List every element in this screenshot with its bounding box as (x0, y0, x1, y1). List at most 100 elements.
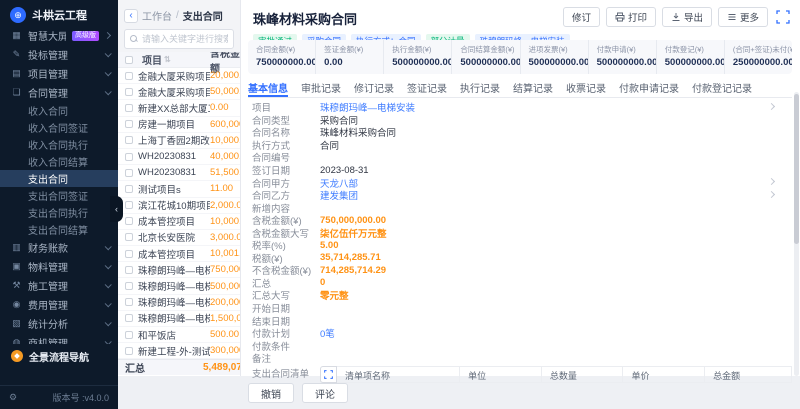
sidebar-item-项目管理[interactable]: ▤项目管理 (0, 64, 118, 83)
tab-结算记录[interactable]: 结算记录 (513, 80, 553, 97)
field-value[interactable]: 0笔 (320, 326, 792, 340)
sidebar-item-合同管理[interactable]: ❏合同管理 (0, 83, 118, 102)
table-row[interactable]: 新建工程-外-测试300,000.0 (118, 343, 240, 359)
project-icon: ▤ (11, 68, 22, 79)
search-box[interactable] (124, 29, 234, 49)
更多-button[interactable]: 更多 (718, 7, 768, 27)
row-checkbox[interactable] (125, 282, 133, 290)
back-button[interactable]: ‹ (124, 9, 138, 23)
tab-基本信息[interactable]: 基本信息 (248, 80, 288, 97)
sidebar-menu: ▦智慧大屏高级版✎投标管理▤项目管理❏合同管理收入合同收入合同签证收入合同执行收… (0, 26, 118, 368)
tab-付款申请记录[interactable]: 付款申请记录 (619, 80, 679, 97)
sidebar-item-process-navigation[interactable]: 全景流程导航 (0, 344, 118, 368)
field-value[interactable]: 建发集团 (320, 188, 792, 202)
sidebar-subitem-支出合同结算[interactable]: 支出合同结算 (0, 221, 118, 238)
sidebar-item-统计分析[interactable]: ▧统计分析 (0, 314, 118, 333)
评论-button[interactable]: 评论 (302, 383, 348, 403)
row-checkbox[interactable] (125, 250, 133, 258)
field-value: 合同 (320, 138, 792, 152)
col-project[interactable]: 项目 (142, 52, 162, 67)
sidebar-subitem-收入合同执行[interactable]: 收入合同执行 (0, 136, 118, 153)
breadcrumb-root[interactable]: 工作台 (142, 8, 172, 23)
row-checkbox[interactable] (125, 298, 133, 306)
table-row[interactable]: 成本管控项目10,000.00 (118, 214, 240, 230)
sort-icon[interactable]: ⇅ (164, 55, 171, 64)
table-row[interactable]: 房建一期项目600,000.0 (118, 117, 240, 133)
amount-cell: 600,000.0 (210, 119, 240, 130)
撤销-button[interactable]: 撤销 (248, 383, 294, 403)
chevron-down-icon (105, 69, 112, 76)
修订-button[interactable]: 修订 (563, 7, 600, 27)
sidebar-subitem-支出合同执行[interactable]: 支出合同执行 (0, 204, 118, 221)
table-row[interactable]: 珠穆朗玛峰—电梯...500,000,0 (118, 278, 240, 294)
field-value: 2023-08-31 (320, 165, 792, 176)
打印-button[interactable]: 打印 (606, 7, 656, 27)
sidebar-collapse-handle[interactable]: ‹ (110, 196, 123, 222)
table-row[interactable]: 测试项目s11.00 (118, 181, 240, 197)
row-checkbox[interactable] (125, 233, 133, 241)
table-row[interactable]: 珠穆朗玛峰—电梯...1,500,000 (118, 311, 240, 327)
row-checkbox[interactable] (125, 185, 133, 193)
scrollbar-track[interactable] (794, 92, 799, 376)
sidebar-item-财务账款[interactable]: ▥财务账款 (0, 238, 118, 257)
table-body: 金融大厦采购项目20,000.00金融大厦采购项目50,000.00新建XX总部… (118, 68, 240, 359)
table-fullscreen-button[interactable] (320, 366, 337, 383)
row-checkbox[interactable] (125, 169, 133, 177)
table-row[interactable]: 和平饭店500.00 (118, 327, 240, 343)
table-row[interactable]: 滨江花城10期项目-...2,000.00 (118, 198, 240, 214)
row-checkbox[interactable] (125, 153, 133, 161)
row-checkbox[interactable] (125, 136, 133, 144)
settings-gear-icon[interactable]: ⚙ (9, 392, 17, 403)
tab-修订记录[interactable]: 修订记录 (354, 80, 394, 97)
sidebar-subitem-收入合同[interactable]: 收入合同 (0, 102, 118, 119)
row-checkbox[interactable] (125, 120, 133, 128)
table-row[interactable]: 金融大厦采购项目50,000.00 (118, 84, 240, 100)
project-name: 成本管控项目 (138, 214, 210, 228)
sidebar-subitem-支出合同签证[interactable]: 支出合同签证 (0, 187, 118, 204)
sidebar-subitem-收入合同结算[interactable]: 收入合同结算 (0, 153, 118, 170)
row-checkbox[interactable] (125, 72, 133, 80)
search-input[interactable] (142, 34, 228, 44)
sidebar-item-费用管理[interactable]: ◉费用管理 (0, 295, 118, 314)
row-checkbox[interactable] (125, 104, 133, 112)
sidebar-item-投标管理[interactable]: ✎投标管理 (0, 45, 118, 64)
row-checkbox[interactable] (125, 314, 133, 322)
select-all-checkbox[interactable] (125, 56, 133, 64)
table-row[interactable]: WH2023083151,500.00 (118, 165, 240, 181)
stat-合同结算金额(¥): 合同结算金额(¥)500000000.00 (451, 40, 519, 74)
sidebar-item-施工管理[interactable]: ⚒施工管理 (0, 276, 118, 295)
table-row[interactable]: 珠穆朗玛峰—电梯...200,000,0 (118, 295, 240, 311)
stat-value: 500000000.00 (597, 57, 656, 68)
导出-button[interactable]: 导出 (662, 7, 712, 27)
tab-审批记录[interactable]: 审批记录 (301, 80, 341, 97)
scrollbar-thumb[interactable] (794, 94, 799, 244)
row-checkbox[interactable] (125, 88, 133, 96)
table-row[interactable]: 金融大厦采购项目20,000.00 (118, 68, 240, 84)
tab-付款登记记录[interactable]: 付款登记记录 (692, 80, 752, 97)
form-row-合同名称: 合同名称珠峰材料采购合同 (252, 126, 792, 139)
tab-签证记录[interactable]: 签证记录 (407, 80, 447, 97)
chevron-down-icon (105, 88, 112, 95)
row-checkbox[interactable] (125, 266, 133, 274)
construction-icon: ⚒ (11, 280, 22, 291)
row-checkbox[interactable] (125, 347, 133, 355)
row-checkbox[interactable] (125, 201, 133, 209)
tab-收票记录[interactable]: 收票记录 (566, 80, 606, 97)
sidebar-subitem-支出合同[interactable]: 支出合同 (0, 170, 118, 187)
table-row[interactable]: 上海丁香园2期改造...10,000.00 (118, 133, 240, 149)
sidebar-item-物料管理[interactable]: ▣物料管理 (0, 257, 118, 276)
tab-执行记录[interactable]: 执行记录 (460, 80, 500, 97)
sidebar-item-智慧大屏[interactable]: ▦智慧大屏高级版 (0, 26, 118, 45)
breadcrumb-separator: / (176, 10, 179, 21)
table-row[interactable]: WH2023083140,000.00 (118, 149, 240, 165)
expand-fullscreen-icon[interactable] (776, 10, 790, 24)
table-row[interactable]: 新建XX总部大厦工...0.00 (118, 100, 240, 116)
sidebar-subitem-收入合同签证[interactable]: 收入合同签证 (0, 119, 118, 136)
stat-value: 500000000.00 (529, 57, 588, 68)
table-row[interactable]: 北京长安医院3,000.00 (118, 230, 240, 246)
table-row[interactable]: 成本管控项目10,001.00 (118, 246, 240, 262)
contract-list-panel: ‹ 工作台 / 支出合同 项目 ⇅ 含税金额 金融大厦采购项目20,000.00… (118, 0, 240, 409)
table-row[interactable]: 珠穆朗玛峰—电梯...750,000,0 (118, 262, 240, 278)
row-checkbox[interactable] (125, 217, 133, 225)
row-checkbox[interactable] (125, 331, 133, 339)
